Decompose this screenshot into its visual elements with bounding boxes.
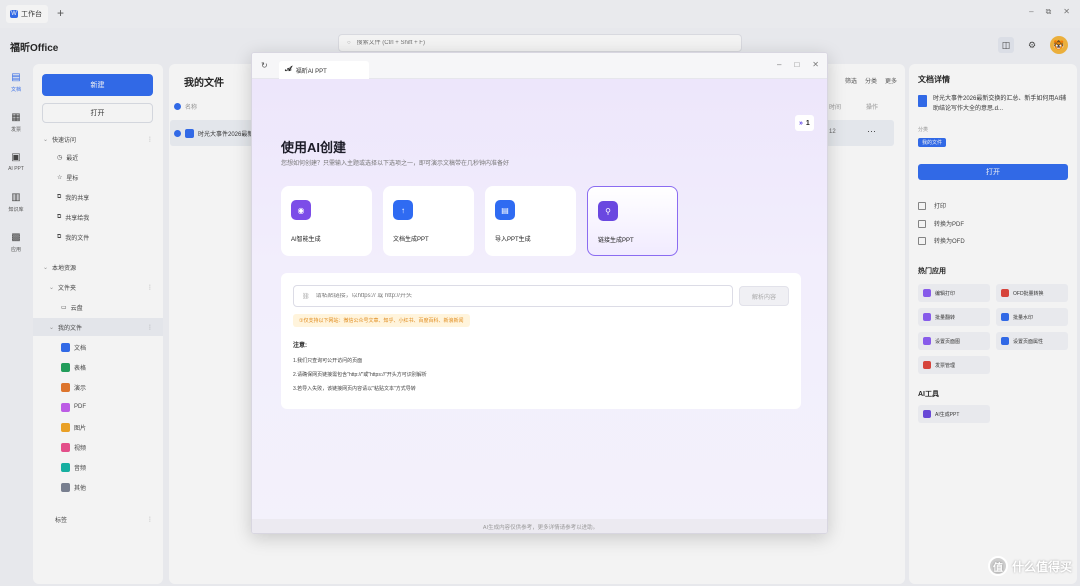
credit-counter[interactable]: » 1 — [795, 115, 814, 131]
modal-subtitle: 您想如何创建？只需输入主题或选择以下选项之一，即可演示文稿带在几秒钟内准备好 — [281, 161, 510, 167]
notice-line: 1.我们只查询可公开访问的页面 — [293, 358, 363, 364]
notice-line: 3.若导入失败，该链接网页内容请以"粘贴文本"方式导转 — [293, 386, 416, 392]
modal-footer-disclaimer: AI生成内容仅供参考，更多详情请参考以进助。 — [252, 519, 827, 533]
notice-line: 2.请确保网页链接需包含"http://"或"https://"开头方可识别解析 — [293, 372, 427, 378]
card-doc-to-ppt[interactable]: ↑ 文档生成PPT — [383, 186, 474, 256]
card-label: 链接生成PPT — [598, 238, 634, 244]
close-icon[interactable]: ✕ — [812, 60, 819, 69]
watermark-text: 什么值得买 — [1011, 559, 1072, 574]
card-label: 导入PPT生成 — [495, 237, 531, 243]
supported-sites-tip: ①仅支持以下网站：微信公众号文章、知乎、小红书、百度百科、新浪新闻 — [293, 314, 470, 327]
modal-title-bar: ↻ 𝓐 福昕AI PPT – □ ✕ — [252, 53, 827, 79]
notice-title: 注意: — [293, 343, 307, 349]
card-ai-generate[interactable]: ◉ AI智能生成 — [281, 186, 372, 256]
import-ppt-icon: ▤ — [495, 200, 515, 220]
link-input-box[interactable]: ⛓ — [293, 285, 733, 307]
refresh-icon[interactable]: ↻ — [261, 61, 268, 70]
link-panel: ⛓ 解析内容 ①仅支持以下网站：微信公众号文章、知乎、小红书、百度百科、新浪新闻… — [281, 273, 801, 409]
doc-upload-icon: ↑ — [393, 200, 413, 220]
link-icon: ⛓ — [302, 293, 310, 300]
minimize-icon[interactable]: – — [777, 60, 781, 69]
card-link-to-ppt[interactable]: ⚲ 链接生成PPT — [587, 186, 678, 256]
card-import-ppt[interactable]: ▤ 导入PPT生成 — [485, 186, 576, 256]
watermark-logo-icon: 值 — [987, 556, 1008, 576]
modal-tab-label: 福昕AI PPT — [295, 68, 327, 75]
link-doc-icon: ⚲ — [598, 201, 618, 221]
ai-ppt-window: ↻ 𝓐 福昕AI PPT – □ ✕ » 1 使用AI创建 您想如何创建？只需输… — [251, 52, 828, 534]
credit-count: 1 — [805, 119, 810, 127]
parse-content-button[interactable]: 解析内容 — [739, 286, 789, 306]
modal-tab[interactable]: 𝓐 福昕AI PPT — [279, 61, 369, 79]
card-label: AI智能生成 — [291, 237, 321, 243]
card-label: 文档生成PPT — [393, 237, 429, 243]
modal-window-controls: – □ ✕ — [777, 60, 819, 69]
robot-icon: ◉ — [291, 200, 311, 220]
watermark: 值 什么值得买 — [987, 556, 1072, 576]
link-input[interactable] — [315, 293, 716, 299]
maximize-icon[interactable]: □ — [794, 60, 799, 69]
ai-logo-icon: 𝓐 — [285, 66, 292, 73]
credit-icon: » — [799, 119, 803, 127]
modal-heading: 使用AI创建 — [281, 140, 347, 155]
